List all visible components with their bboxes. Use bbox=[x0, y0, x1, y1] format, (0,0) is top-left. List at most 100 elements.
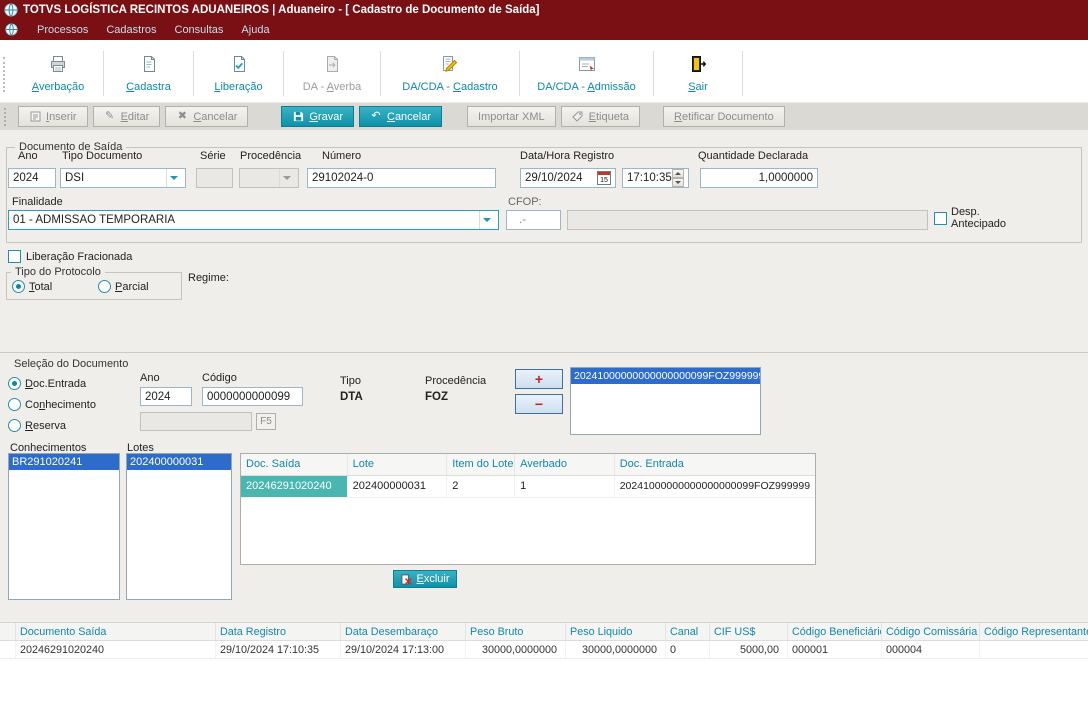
toolbar-grip[interactable] bbox=[3, 57, 11, 92]
toolbar-liberacao-label: Liberação bbox=[214, 81, 263, 93]
cell-data-registro[interactable]: 29/10/2024 17:10:35 bbox=[216, 641, 341, 658]
procedencia-label: Procedência bbox=[240, 150, 302, 162]
ano-input[interactable]: 2024 bbox=[8, 168, 56, 188]
time-spinner[interactable] bbox=[671, 169, 684, 187]
quantidade-declarada-input[interactable]: 1,0000000 bbox=[700, 168, 818, 188]
toolbar-sair[interactable]: Sair bbox=[654, 45, 742, 102]
cfop-mask-input[interactable]: .- bbox=[506, 210, 561, 230]
col-lote: Lote bbox=[348, 454, 448, 475]
lotes-listbox[interactable]: 202400000031 bbox=[126, 453, 232, 600]
codigo-input[interactable]: 0000000000099 bbox=[202, 387, 303, 406]
menu-bar: Processos Cadastros Consultas Ajuda bbox=[0, 20, 1088, 40]
add-documento-button[interactable]: + bbox=[515, 369, 563, 389]
cell-codigo-comissaria[interactable]: 000004 bbox=[882, 641, 980, 658]
editar-button: ✎ Editar bbox=[92, 106, 161, 127]
cancelar-button[interactable]: ↶ Cancelar bbox=[358, 106, 443, 127]
cfop-mask-value: .- bbox=[519, 214, 527, 226]
cell-data-desembaraco[interactable]: 29/10/2024 17:13:00 bbox=[341, 641, 466, 658]
etiqueta-button: Etiqueta bbox=[560, 106, 641, 127]
cell-doc-entrada[interactable]: 20241000000000000000099FOZ999999 bbox=[615, 476, 815, 497]
conhecimento-list-item[interactable]: BR291020241 bbox=[9, 454, 119, 470]
documento-list-item[interactable]: 20241000000000000000099FOZ999999 bbox=[571, 368, 760, 384]
tipo-documento-select[interactable]: DSI bbox=[60, 168, 186, 188]
cell-canal[interactable]: 0 bbox=[666, 641, 710, 658]
cell-item-do-lote[interactable]: 2 bbox=[447, 476, 516, 497]
f5-label: F5 bbox=[260, 416, 272, 427]
calendar-day: 15 bbox=[600, 177, 608, 184]
lote-list-item[interactable]: 202400000031 bbox=[127, 454, 231, 470]
resultado-grid: Documento Saída Data Registro Data Desem… bbox=[0, 622, 1088, 659]
conhecimentos-listbox[interactable]: BR291020241 bbox=[8, 453, 120, 600]
ano-value: 2024 bbox=[13, 172, 39, 184]
menu-consultas[interactable]: Consultas bbox=[175, 24, 224, 36]
actionbar-grip[interactable] bbox=[4, 107, 10, 126]
table-row[interactable]: 20246291020240 202400000031 2 1 20241000… bbox=[241, 476, 815, 498]
serie-label: Série bbox=[200, 150, 226, 162]
protocolo-total-radio[interactable] bbox=[12, 280, 25, 293]
conhecimento-radio[interactable] bbox=[8, 398, 21, 411]
remove-documento-button[interactable]: − bbox=[515, 394, 563, 414]
finalidade-select[interactable]: 01 - ADMISSAO TEMPORARIA bbox=[8, 210, 499, 230]
resultado-grid-header: Documento Saída Data Registro Data Desem… bbox=[0, 622, 1088, 641]
spinner-down-icon[interactable] bbox=[671, 178, 684, 187]
toolbar-cadastra[interactable]: Cadastra bbox=[104, 45, 193, 102]
data-hora-registro-label: Data/Hora Registro bbox=[520, 150, 615, 162]
plus-icon: + bbox=[534, 371, 544, 387]
doc-entrada-radio[interactable] bbox=[8, 377, 21, 390]
toolbar-dacda-cadastro[interactable]: DA/CDA - Cadastro bbox=[381, 45, 519, 102]
protocolo-parcial-radio[interactable] bbox=[98, 280, 111, 293]
selecao-ano-input[interactable]: 2024 bbox=[140, 387, 192, 406]
excluir-button[interactable]: Excluir bbox=[393, 570, 457, 588]
cell-peso-liquido[interactable]: 30000,0000000 bbox=[566, 641, 666, 658]
retificar-label: Retificar Documento bbox=[674, 110, 774, 123]
cell-cif-usd[interactable]: 5000,00 bbox=[710, 641, 788, 658]
cell-codigo-beneficiario[interactable]: 000001 bbox=[788, 641, 882, 658]
hora-registro-input[interactable]: 17:10:35 bbox=[622, 168, 689, 188]
cell-doc-saida[interactable]: 20246291020240 bbox=[241, 476, 348, 497]
da-averba-icon bbox=[322, 54, 342, 77]
regime-label: Regime: bbox=[188, 272, 229, 284]
documentos-listbox[interactable]: 20241000000000000000099FOZ999999 bbox=[570, 367, 761, 435]
toolbar-dacda-admissao-label: DA/CDA - Admissão bbox=[537, 81, 636, 93]
cell-documento-saida[interactable]: 20246291020240 bbox=[16, 641, 216, 658]
liberacao-fracionada-checkbox[interactable] bbox=[8, 250, 21, 263]
cell-codigo-representante[interactable] bbox=[980, 641, 1088, 658]
x-icon: ✖ bbox=[177, 110, 187, 122]
inserir-button: Inserir bbox=[18, 106, 88, 127]
col-peso-bruto: Peso Bruto bbox=[466, 623, 566, 640]
menu-processos[interactable]: Processos bbox=[37, 24, 88, 36]
desp-antecipado-checkbox[interactable] bbox=[934, 212, 947, 225]
cell-peso-bruto[interactable]: 30000,0000000 bbox=[466, 641, 566, 658]
toolbar-averbacao[interactable]: Averbação bbox=[13, 45, 103, 102]
numero-label: Número bbox=[322, 150, 362, 162]
chevron-down-icon[interactable] bbox=[479, 211, 494, 229]
spinner-up-icon[interactable] bbox=[671, 169, 684, 178]
toolbar-dacda-admissao[interactable]: DA/CDA - Admissão bbox=[520, 45, 653, 102]
importar-xml-label: Importar XML bbox=[478, 110, 545, 123]
f5-button[interactable]: F5 bbox=[256, 413, 276, 430]
cell-lote[interactable]: 202400000031 bbox=[348, 476, 448, 497]
calendar-icon[interactable]: 15 bbox=[597, 171, 611, 185]
quantidade-value: 1,0000000 bbox=[758, 172, 813, 184]
numero-input[interactable]: 29102024-0 bbox=[307, 168, 496, 188]
col-cif-usd: CIF US$ bbox=[710, 623, 788, 640]
chevron-down-icon[interactable] bbox=[166, 169, 181, 187]
selecao-documento-legend: Seleção do Documento bbox=[14, 358, 129, 370]
gravar-button[interactable]: Gravar bbox=[281, 106, 354, 127]
menu-cadastros[interactable]: Cadastros bbox=[106, 24, 156, 36]
menu-ajuda[interactable]: Ajuda bbox=[241, 24, 269, 36]
reserva-radio[interactable] bbox=[8, 419, 21, 432]
selecao-tipo-value: DTA bbox=[340, 391, 363, 403]
table-row[interactable]: 20246291020240 29/10/2024 17:10:35 29/10… bbox=[0, 641, 1088, 659]
toolbar-separator bbox=[742, 51, 743, 96]
cancelar-disabled-button: ✖ Cancelar bbox=[165, 106, 249, 127]
itens-grid-header: Doc. Saída Lote Item do Lote Averbado Do… bbox=[241, 454, 815, 476]
col-doc-entrada: Doc. Entrada bbox=[619, 458, 684, 470]
toolbar-liberacao[interactable]: Liberação bbox=[194, 45, 283, 102]
data-registro-input[interactable]: 29/10/2024 15 bbox=[520, 168, 616, 188]
cancelar2-label: Cancelar bbox=[386, 110, 432, 123]
conhecimento-label: Conhecimento bbox=[25, 399, 96, 411]
cell-averbado[interactable]: 1 bbox=[515, 476, 615, 497]
insert-icon bbox=[29, 111, 41, 123]
desp-antecipado-label: Desp. Antecipado bbox=[951, 206, 1007, 230]
